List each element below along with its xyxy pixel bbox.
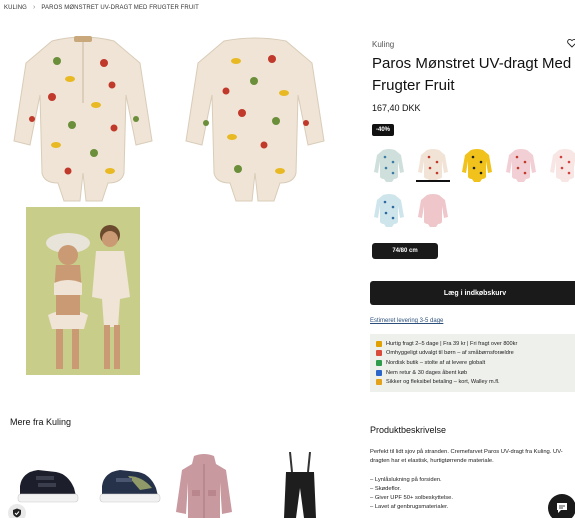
add-to-cart-button[interactable]: Læg i indkøbskurv (370, 281, 575, 305)
swatch-suit-illustration (550, 149, 575, 182)
delivery-estimate-link[interactable]: Estimeret levering 3-5 dage (370, 318, 443, 324)
lifestyle-image-kids[interactable] (26, 207, 140, 375)
product-title: Paros Mønstret UV-dragt Med Frugter Frui… (372, 55, 572, 94)
kids-beach-illustration (26, 207, 140, 375)
chat-button[interactable] (548, 494, 575, 518)
description-bullet: – Lavet af genbrugsmaterialer. (370, 504, 449, 510)
swatch-suit-illustration (418, 194, 448, 227)
trust-badge-button[interactable] (8, 504, 26, 518)
description-bullet: – Skødeflor. (370, 486, 401, 492)
breadcrumb-current: PAROS MØNSTRET UV-DRAGT MED FRUGTER FRUI… (41, 4, 199, 11)
chat-bubble-icon (557, 503, 567, 513)
swatch-light-blue[interactable] (374, 193, 404, 227)
usp-box: Hurtig fragt 2–5 dage | Fra 39 kr | Fri … (370, 334, 575, 392)
return-icon (376, 369, 382, 376)
discount-badge: -40% (372, 124, 395, 136)
usp-text: Hurtig fragt 2–5 dage | Fra 39 kr | Fri … (386, 340, 518, 347)
size-selector[interactable]: 74/80 cm (372, 243, 438, 259)
favorite-heart-icon[interactable] (567, 38, 575, 48)
product-price: 167,40 DKK (372, 103, 421, 113)
description-heading: Produktbeskrivelse (370, 425, 447, 435)
sneaker-black-illustration (17, 470, 79, 503)
product-card-rain-jacket[interactable] (176, 452, 232, 518)
swatch-suit-illustration (374, 194, 404, 227)
swatch-yellow[interactable] (462, 148, 492, 182)
swatch-suit-illustration (374, 149, 404, 182)
swatch-suit-illustration (462, 149, 492, 182)
brand-link[interactable]: Kuling (372, 40, 394, 49)
description-bullet: – Giver UPF 50+ solbeskyttelse. (370, 495, 453, 501)
uv-suit-front-illustration (13, 36, 153, 202)
shield-check-icon (13, 508, 21, 518)
swatch-strawberry[interactable] (550, 148, 575, 182)
usp-row: Nordisk butik – stolte af at levere glob… (376, 358, 574, 368)
product-card-shoe-black[interactable] (16, 462, 80, 508)
product-card-rain-pants[interactable] (280, 451, 320, 518)
heart-icon (376, 350, 382, 357)
sneaker-navy-illustration (99, 470, 161, 503)
swatch-fruit-mint[interactable] (374, 148, 404, 182)
description-intro: Perfekt til lidt sjov på stranden. Creme… (370, 449, 563, 464)
breadcrumb-brand-link[interactable]: KULING (4, 5, 27, 11)
breadcrumb: KULING › PAROS MØNSTRET UV-DRAGT MED FRU… (4, 4, 199, 11)
leaf-icon (376, 359, 382, 366)
swatch-rose[interactable] (418, 193, 448, 227)
usp-text: Sikker og fleksibel betaling – kort, Wal… (386, 379, 500, 386)
swatch-suit-illustration (506, 149, 536, 182)
usp-text: Nordisk butik – stolte af at levere glob… (386, 359, 486, 366)
breadcrumb-separator: › (32, 4, 36, 11)
selected-swatch-indicator (416, 180, 450, 182)
lock-icon (376, 379, 382, 386)
rain-jacket-illustration (176, 454, 232, 518)
usp-row: Hurtig fragt 2–5 dage | Fra 39 kr | Fri … (376, 339, 574, 349)
uv-suit-back-illustration (185, 37, 325, 202)
product-image-back[interactable] (184, 33, 327, 203)
description-bullet: – Lynlåslukning på forsiden. (370, 477, 442, 483)
usp-row: Omhyggeligt udvalgt til børn – af småbør… (376, 349, 574, 359)
swatch-fruit-cream[interactable] (418, 148, 448, 182)
swatch-pink-print[interactable] (506, 148, 536, 182)
product-card-shoe-navy[interactable] (98, 462, 162, 508)
usp-text: Omhyggeligt udvalgt til børn – af småbør… (386, 350, 514, 357)
usp-row: Sikker og fleksibel betaling – kort, Wal… (376, 377, 574, 387)
more-from-heading: Mere fra Kuling (10, 417, 72, 427)
lightning-icon (376, 340, 382, 347)
swatch-suit-illustration (418, 149, 448, 182)
product-image-front[interactable] (12, 33, 155, 203)
rain-pants-illustration (284, 451, 316, 518)
usp-text: Nem retur & 30 dages åbent køb (386, 369, 468, 376)
usp-row: Nem retur & 30 dages åbent køb (376, 368, 574, 378)
